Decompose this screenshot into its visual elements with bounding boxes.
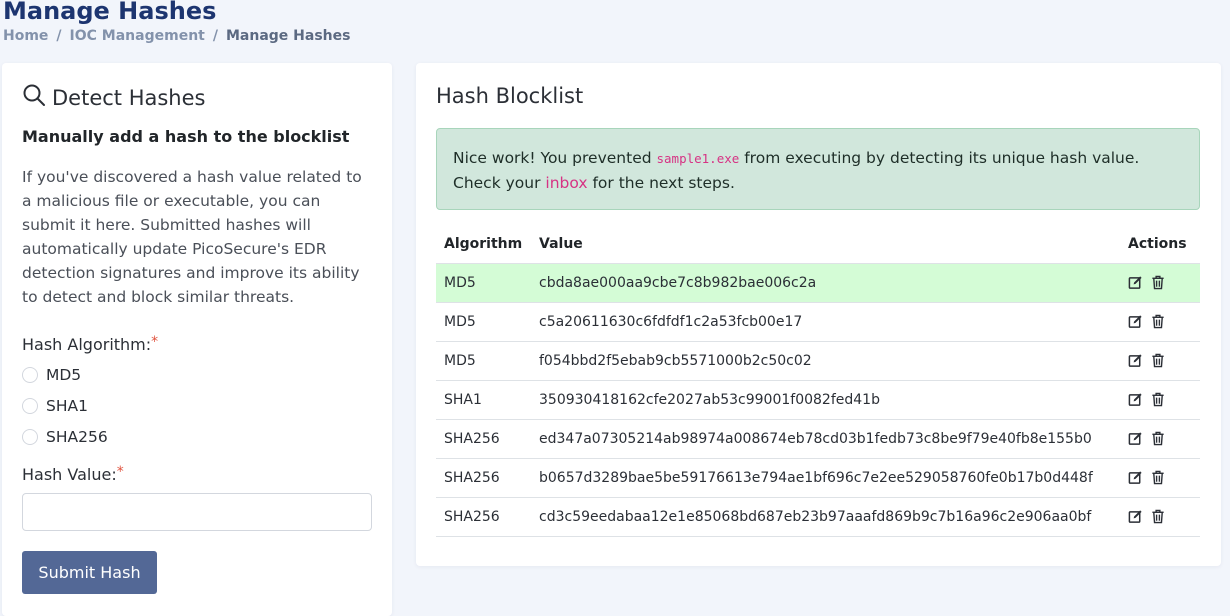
radio-label-sha1: SHA1 — [46, 397, 88, 415]
row-hash-value: cbda8ae000aa9cbe7c8b982bae006c2a — [531, 263, 1120, 303]
table-row: SHA256 b0657d3289bae5be59176613e794ae1bf6… — [436, 458, 1200, 498]
column-header-algorithm: Algorithm — [436, 226, 531, 264]
hash-blocklist-title: Hash Blocklist — [436, 84, 584, 108]
hash-blocklist-table: Algorithm Value Actions MD5 cbda8ae000aa9… — [436, 226, 1200, 537]
table-row: MD5 cbda8ae000aa9cbe7c8b982bae006c2a — [436, 263, 1200, 303]
required-mark: * — [116, 464, 124, 480]
success-alert: Nice work! You prevented sample1.exe fro… — [436, 128, 1200, 210]
table-row: SHA256 ed347a07305214ab98974a008674eb78cd… — [436, 419, 1200, 459]
detect-hashes-title-text: Detect Hashes — [52, 85, 206, 110]
breadcrumb-separator: / — [56, 28, 62, 44]
row-algorithm: SHA256 — [436, 497, 531, 537]
trash-icon[interactable] — [1151, 275, 1167, 291]
column-header-value: Value — [531, 226, 1120, 264]
edit-icon[interactable] — [1128, 509, 1144, 525]
row-hash-value: cd3c59eedabaa12e1e85068bd687eb23b97aaafd… — [531, 497, 1120, 537]
row-hash-value: ed347a07305214ab98974a008674eb78cd03b1fe… — [531, 419, 1120, 459]
row-hash-value: b0657d3289bae5be59176613e794ae1bf696c7e2… — [531, 458, 1120, 498]
trash-icon[interactable] — [1151, 470, 1167, 486]
row-hash-value: 350930418162cfe2027ab53c99001f0082fed41b — [531, 380, 1120, 420]
table-row: MD5 f054bbd2f5ebab9cb5571000b2c50c02 — [436, 341, 1200, 381]
breadcrumb-ioc-management[interactable]: IOC Management — [70, 28, 205, 44]
row-hash-value: f054bbd2f5ebab9cb5571000b2c50c02 — [531, 341, 1120, 381]
detect-hashes-card: Detect Hashes Manually add a hash to the… — [2, 63, 392, 616]
table-row: SHA256 cd3c59eedabaa12e1e85068bd687eb23b9… — [436, 497, 1200, 537]
table-row: MD5 c5a20611630c6fdfdf1c2a53fcb00e17 — [436, 302, 1200, 342]
row-algorithm: MD5 — [436, 302, 531, 342]
row-algorithm: SHA1 — [436, 380, 531, 420]
detect-hashes-title: Detect Hashes — [22, 83, 205, 112]
trash-icon[interactable] — [1151, 509, 1167, 525]
radio-label-md5: MD5 — [46, 366, 82, 384]
row-algorithm: SHA256 — [436, 419, 531, 459]
hash-value-label: Hash Value:* — [22, 464, 124, 484]
row-actions — [1120, 263, 1200, 303]
breadcrumb-separator: / — [212, 28, 218, 44]
page-title: Manage Hashes — [3, 0, 217, 25]
row-actions — [1120, 341, 1200, 381]
row-actions — [1120, 497, 1200, 537]
radio-button-md5[interactable] — [22, 367, 38, 383]
row-algorithm: MD5 — [436, 341, 531, 381]
row-actions — [1120, 302, 1200, 342]
row-algorithm: SHA256 — [436, 458, 531, 498]
radio-sha1[interactable]: SHA1 — [22, 397, 88, 415]
hash-blocklist-card: Hash Blocklist Nice work! You prevented … — [416, 63, 1221, 566]
search-icon — [22, 83, 46, 112]
required-mark: * — [151, 334, 159, 350]
edit-icon[interactable] — [1128, 392, 1144, 408]
edit-icon[interactable] — [1128, 314, 1144, 330]
form-subheading: Manually add a hash to the blocklist — [22, 127, 350, 146]
trash-icon[interactable] — [1151, 353, 1167, 369]
submit-hash-button[interactable]: Submit Hash — [22, 551, 157, 594]
hash-algorithm-label-text: Hash Algorithm: — [22, 335, 152, 354]
table-row: SHA1 350930418162cfe2027ab53c99001f0082fe… — [436, 380, 1200, 420]
hash-algorithm-label: Hash Algorithm:* — [22, 334, 159, 354]
radio-button-sha256[interactable] — [22, 429, 38, 445]
alert-text-post: for the next steps. — [587, 174, 735, 192]
breadcrumb-home[interactable]: Home — [3, 28, 48, 44]
alert-text-pre: Nice work! You prevented — [453, 149, 657, 167]
trash-icon[interactable] — [1151, 431, 1167, 447]
table-header-row: Algorithm Value Actions — [436, 226, 1200, 264]
hash-value-label-text: Hash Value: — [22, 465, 117, 484]
radio-sha256[interactable]: SHA256 — [22, 428, 108, 446]
form-description: If you've discovered a hash value relate… — [22, 168, 362, 306]
column-header-actions: Actions — [1120, 226, 1200, 264]
edit-icon[interactable] — [1128, 470, 1144, 486]
inbox-link[interactable]: inbox — [545, 174, 587, 192]
trash-icon[interactable] — [1151, 392, 1167, 408]
row-actions — [1120, 380, 1200, 420]
trash-icon[interactable] — [1151, 314, 1167, 330]
alert-filename: sample1.exe — [656, 151, 740, 166]
edit-icon[interactable] — [1128, 353, 1144, 369]
row-hash-value: c5a20611630c6fdfdf1c2a53fcb00e17 — [531, 302, 1120, 342]
breadcrumb: Home / IOC Management / Manage Hashes — [3, 28, 350, 44]
radio-md5[interactable]: MD5 — [22, 366, 81, 384]
edit-icon[interactable] — [1128, 431, 1144, 447]
hash-value-input[interactable] — [22, 493, 372, 531]
radio-label-sha256: SHA256 — [46, 428, 108, 446]
row-algorithm: MD5 — [436, 263, 531, 303]
row-actions — [1120, 458, 1200, 498]
radio-button-sha1[interactable] — [22, 398, 38, 414]
edit-icon[interactable] — [1128, 275, 1144, 291]
breadcrumb-current: Manage Hashes — [225, 28, 351, 44]
row-actions — [1120, 419, 1200, 459]
